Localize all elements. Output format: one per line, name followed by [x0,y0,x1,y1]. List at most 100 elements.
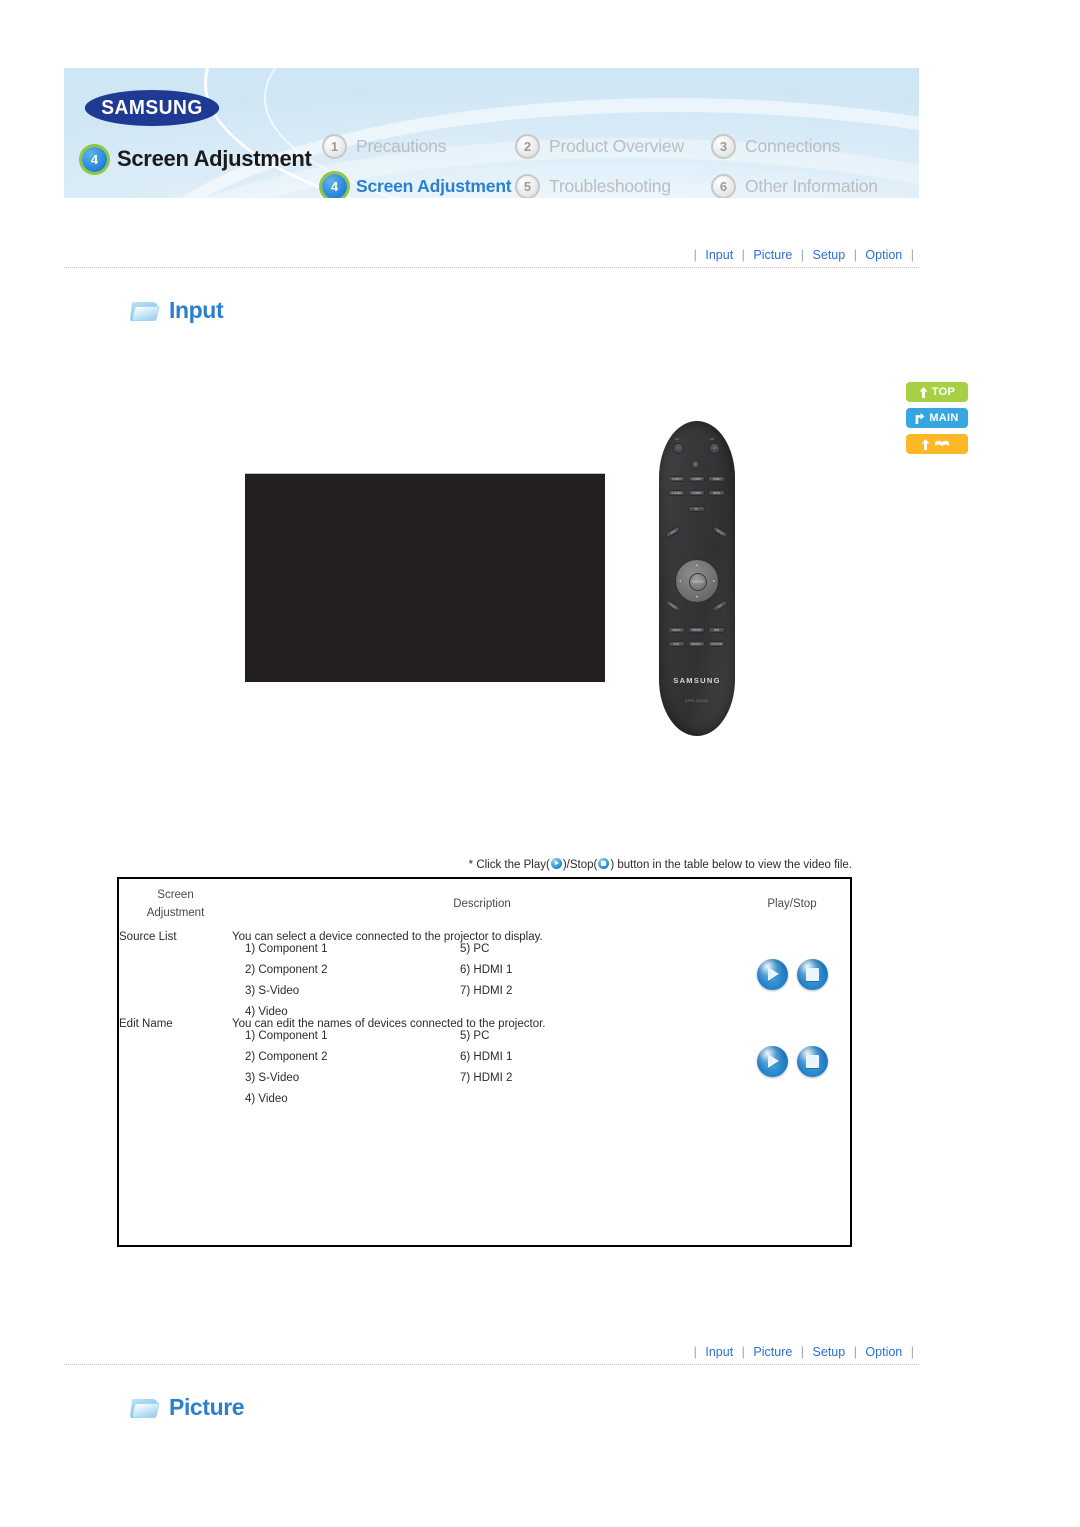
remote-enter-key: ENTER [689,573,707,591]
page-badge-icon: 4 [82,146,107,172]
subnav-link-input[interactable]: Input [705,248,733,262]
play-icon [550,858,562,869]
remote-key: COMP2 [688,476,705,482]
nav-item-label: Precautions [356,135,447,156]
nav-item-product-overview[interactable]: 2 Product Overview [515,133,711,159]
header-banner: SAMSUNG 4 Screen Adjustment 1 Precaution… [64,68,919,198]
folder-icon [130,1396,160,1419]
remote-brand-label: SAMSUNG [673,676,721,685]
header-nav: 1 Precautions 2 Product Overview 3 Conne… [322,126,878,198]
top-button[interactable]: TOP [906,382,968,402]
nav-badge-icon: 3 [711,133,736,159]
remote-key: SIZE [708,627,725,633]
remote-key: VIDEO [708,476,725,482]
play-button[interactable] [756,958,788,990]
table-row: Source List You can select a device conn… [119,930,852,990]
list-item: 7) HDMI 2 [460,1071,513,1084]
remote-key: PC [688,506,705,512]
remote-key: INFO [664,525,682,539]
folder-icon [130,299,160,322]
list-item: 1) Component 1 [245,942,328,955]
remote-key: MAGIC [668,627,685,633]
remote-key: COMP1 [668,476,685,482]
table-note-prefix: * Click the Play( [468,859,550,871]
play-button[interactable] [756,1045,788,1077]
nav-item-other-information[interactable]: 6 Other Information [711,173,878,198]
remote-dpad: ▴ ◂ ▸ ▾ ENTER [675,559,719,603]
section-heading-picture: Picture [130,1394,245,1421]
nav-item-screen-adjustment[interactable]: 4 Screen Adjustment [322,173,515,198]
section-title-label: Input [169,297,224,323]
subnav-link-input[interactable]: Input [705,1345,733,1359]
nav-item-label: Screen Adjustment [356,175,512,196]
list-item: 3) S-Video [245,984,300,997]
list-item: 5) PC [460,942,490,955]
table-header-play-stop-label: Play/Stop [767,897,817,910]
subnav-separator: | [800,248,805,262]
table-header-description-label: Description [453,897,511,910]
nav-item-label: Product Overview [549,135,684,156]
row-label-source-list: Source List [119,930,177,943]
list-item: 6) HDMI 1 [460,1050,513,1063]
subnav-link-option[interactable]: Option [865,248,902,262]
remote-key: STILL [668,641,685,647]
remote-key: PMODE [688,627,705,633]
remote-key: INSTALL [688,641,705,647]
subnav-link-setup[interactable]: Setup [813,1345,846,1359]
table-note-middle: )/Stop( [562,859,598,871]
remote-key: S-VIDEO [668,490,685,496]
page-title-label: Screen Adjustment [117,146,312,171]
stop-button[interactable] [796,958,828,990]
table-header-line1: Screen [157,889,194,901]
remote-power-on-key: | [673,443,684,454]
remote-control-image: On Off | ⏻ ◎ COMP1 COMP2 VIDEO S-VIDEO C… [659,421,735,736]
nav-item-label: Connections [745,135,841,156]
subnav-separator: | [800,1345,805,1359]
table-header-line2: Adjustment [146,906,205,919]
nav-item-label: Troubleshooting [549,175,671,196]
subnav-separator: | [910,1345,914,1359]
list-item: 3) S-Video [245,1071,300,1084]
remote-power-off-key: ⏻ [709,443,720,454]
row-label-edit-name: Edit Name [119,1017,173,1030]
top-button-label: TOP [931,386,956,398]
nav-item-troubleshooting[interactable]: 5 Troubleshooting [515,173,711,198]
row-items-source-list: 1) Component 1 5) PC 2) Component 2 6) H… [232,943,732,1018]
video-player-panel[interactable] [245,473,605,682]
stop-button[interactable] [796,1045,828,1077]
subnav-separator: | [693,248,697,262]
subnav-separator: | [741,1345,745,1359]
table-header-description: Description [232,879,732,931]
row-items-edit-name: 1) Component 1 5) PC 2) Component 2 6) H… [232,1030,732,1105]
table-row: Edit Name You can edit the names of devi… [119,1017,852,1077]
nav-item-label: Other Information [745,175,878,196]
subnav-separator: | [853,248,857,262]
samsung-logo: SAMSUNG [84,90,220,126]
arrow-turn-icon [915,412,925,424]
nav-item-connections[interactable]: 3 Connections [711,133,878,159]
remote-off-label: Off [710,437,714,441]
table-header-screen-adjustment: Screen Adjustment [119,879,232,931]
play-stop-cell-edit-name [732,1018,852,1105]
subnav-link-option[interactable]: Option [865,1345,902,1359]
nav-badge-icon: 4 [322,173,347,198]
subnav-link-setup[interactable]: Setup [813,248,846,262]
list-item: 2) Component 2 [245,1050,328,1063]
table-header-row: Screen Adjustment Description Play/Stop [119,879,852,931]
subnav-link-picture[interactable]: Picture [753,248,792,262]
book-icon [934,440,949,446]
side-button-group: TOP MAIN [906,382,968,454]
row-description-source-list: You can select a device connected to the… [232,930,543,943]
remote-key: PSIZE [664,599,682,613]
remote-on-label: On [675,437,680,441]
remote-key: COMP3 [688,490,705,496]
screen-adjustment-table: Screen Adjustment Description Play/Stop … [117,877,852,1247]
section-title-label: Picture [169,1394,245,1420]
table-note: * Click the Play()/Stop() button in the … [117,858,852,871]
contents-button[interactable] [906,434,968,454]
page-title: 4 Screen Adjustment [82,146,312,172]
table-header-play-stop: Play/Stop [732,879,852,931]
main-button[interactable]: MAIN [906,408,968,428]
subnav-link-picture[interactable]: Picture [753,1345,792,1359]
nav-item-precautions[interactable]: 1 Precautions [322,133,515,159]
